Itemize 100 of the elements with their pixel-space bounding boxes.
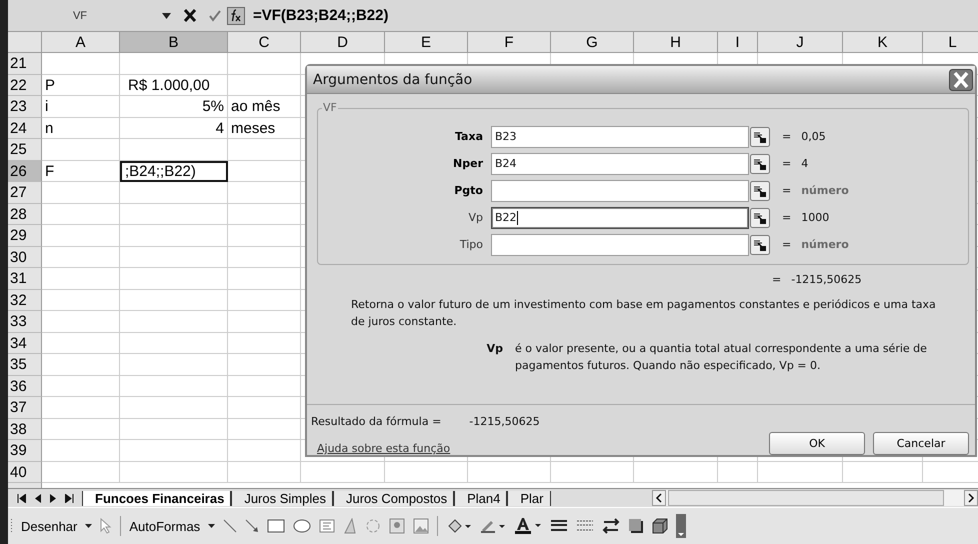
table-cell[interactable] <box>228 53 301 74</box>
table-cell[interactable] <box>120 354 228 376</box>
line-style-icon[interactable] <box>550 519 568 533</box>
table-cell[interactable]: P <box>42 74 120 96</box>
image-icon[interactable] <box>413 518 430 534</box>
collapse-dialog-icon[interactable] <box>750 126 770 146</box>
table-cell[interactable] <box>301 462 385 483</box>
draw-menu[interactable]: Desenhar <box>21 518 78 534</box>
scroll-right-icon[interactable] <box>964 490 978 506</box>
collapse-dialog-icon[interactable] <box>750 234 770 254</box>
table-cell[interactable] <box>228 332 301 354</box>
dialog-button[interactable]: OK <box>769 432 865 455</box>
cancel-icon[interactable] <box>183 9 197 22</box>
row-header[interactable]: 34 <box>8 332 42 354</box>
arrow-style-icon[interactable] <box>602 518 620 534</box>
table-cell[interactable] <box>42 376 120 397</box>
caret-icon[interactable] <box>85 524 92 528</box>
table-cell[interactable] <box>228 225 301 246</box>
row-header[interactable]: 35 <box>8 354 42 376</box>
table-cell[interactable]: ;B24;;B22) <box>120 160 228 182</box>
table-cell[interactable] <box>42 246 120 268</box>
collapse-dialog-icon[interactable] <box>750 180 770 200</box>
table-cell[interactable] <box>120 332 228 354</box>
name-box[interactable]: VF <box>10 10 150 22</box>
table-cell[interactable] <box>120 418 228 440</box>
table-cell[interactable] <box>120 440 228 462</box>
insert-function-icon[interactable] <box>227 6 245 24</box>
help-link[interactable]: Ajuda sobre esta função <box>317 442 540 455</box>
last-sheet-icon[interactable] <box>65 494 74 502</box>
table-cell[interactable] <box>228 74 301 96</box>
table-cell[interactable] <box>120 53 228 74</box>
table-cell[interactable] <box>42 139 120 160</box>
autoshapes-menu[interactable]: AutoFormas <box>129 518 200 534</box>
table-cell[interactable] <box>120 204 228 225</box>
column-header[interactable]: K <box>843 32 923 53</box>
collapse-dialog-icon[interactable] <box>750 208 770 228</box>
table-cell[interactable] <box>551 462 634 483</box>
table-cell[interactable] <box>228 160 301 182</box>
sheet-tab[interactable]: Juros Simples <box>231 490 333 506</box>
table-cell[interactable] <box>228 376 301 397</box>
row-header[interactable]: 40 <box>8 462 42 483</box>
table-cell[interactable] <box>385 462 468 483</box>
table-cell[interactable] <box>120 290 228 311</box>
table-cell[interactable] <box>120 268 228 290</box>
table-cell[interactable] <box>120 246 228 268</box>
first-sheet-icon[interactable] <box>17 494 26 502</box>
toolbar-options-icon[interactable] <box>676 514 686 538</box>
sheet-tab[interactable]: Juros Compostos <box>332 490 454 506</box>
argument-field[interactable] <box>491 180 749 202</box>
table-cell[interactable] <box>42 182 120 204</box>
table-cell[interactable] <box>42 397 120 418</box>
argument-field[interactable] <box>491 234 749 256</box>
column-header[interactable]: J <box>758 32 843 53</box>
table-cell[interactable] <box>120 225 228 246</box>
table-cell[interactable] <box>42 440 120 462</box>
column-header[interactable]: B <box>120 32 228 53</box>
scrollbar-thumb[interactable] <box>668 490 944 506</box>
cursor-icon[interactable] <box>100 518 112 534</box>
row-header[interactable]: 31 <box>8 268 42 290</box>
column-header[interactable]: L <box>923 32 978 53</box>
table-cell[interactable] <box>42 462 120 483</box>
table-cell[interactable] <box>42 418 120 440</box>
table-cell[interactable]: 4 <box>120 118 228 139</box>
row-header[interactable]: 33 <box>8 311 42 332</box>
table-cell[interactable] <box>718 462 758 483</box>
table-cell[interactable] <box>228 418 301 440</box>
column-header[interactable]: H <box>634 32 718 53</box>
table-cell[interactable] <box>120 397 228 418</box>
table-cell[interactable] <box>228 290 301 311</box>
table-cell[interactable]: ao mês <box>228 96 301 118</box>
row-header[interactable]: 21 <box>8 53 42 74</box>
table-cell[interactable] <box>758 462 843 483</box>
scroll-left-icon[interactable] <box>652 490 666 506</box>
table-cell[interactable] <box>120 462 228 483</box>
horizontal-scrollbar[interactable] <box>652 490 978 506</box>
caret-icon[interactable] <box>208 524 216 528</box>
table-cell[interactable] <box>228 397 301 418</box>
sheet-tab[interactable]: Plar <box>507 490 550 506</box>
close-icon[interactable] <box>949 68 973 90</box>
line-icon[interactable] <box>223 519 238 533</box>
column-header[interactable]: F <box>468 32 551 53</box>
row-header[interactable]: 32 <box>8 290 42 311</box>
table-cell[interactable] <box>228 182 301 204</box>
table-cell[interactable] <box>634 462 718 483</box>
column-header[interactable]: E <box>385 32 468 53</box>
check-icon[interactable] <box>209 10 221 22</box>
sheet-tab[interactable]: Plan4 <box>454 490 508 506</box>
row-header[interactable]: 23 <box>8 96 42 118</box>
row-header[interactable]: 38 <box>8 418 42 440</box>
table-cell[interactable]: n <box>42 118 120 139</box>
table-cell[interactable] <box>228 354 301 376</box>
table-cell[interactable] <box>42 53 120 74</box>
table-cell[interactable] <box>120 182 228 204</box>
table-cell[interactable] <box>228 462 301 483</box>
table-cell[interactable] <box>228 139 301 160</box>
table-cell[interactable] <box>120 139 228 160</box>
argument-field[interactable]: B23 <box>491 126 749 148</box>
row-header[interactable]: 25 <box>8 139 42 160</box>
column-header[interactable]: D <box>301 32 385 53</box>
table-cell[interactable] <box>42 204 120 225</box>
